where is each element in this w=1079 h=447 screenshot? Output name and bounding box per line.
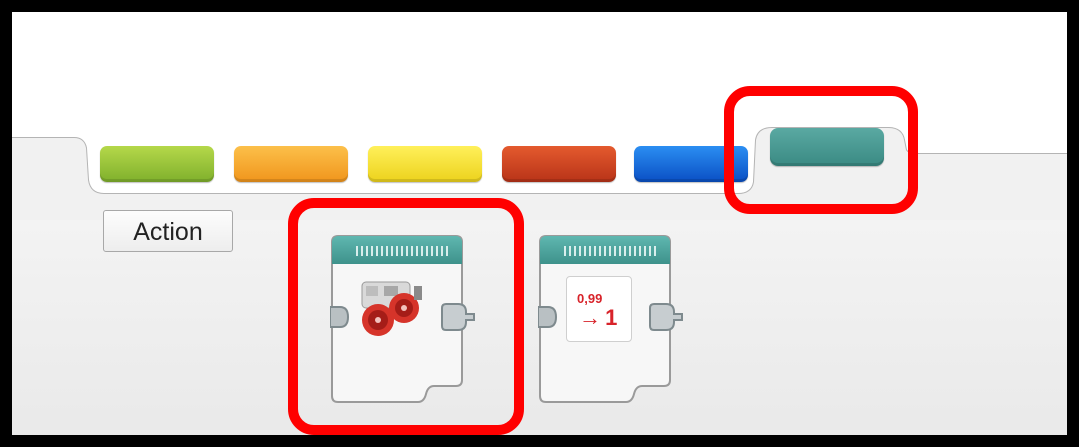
- programming-window: Action 0,99 → 1: [12, 12, 1067, 435]
- output-port-icon: [649, 303, 683, 331]
- input-port-icon: [330, 306, 350, 328]
- block-header: [332, 236, 462, 264]
- header-ticks: [356, 246, 450, 256]
- header-ticks: [564, 246, 658, 256]
- block-header: [540, 236, 670, 264]
- counter-small-value: 0,99: [577, 291, 603, 306]
- category-label-button[interactable]: Action: [103, 210, 233, 252]
- palette-tabstrip: [12, 120, 1067, 220]
- palette-tab-flow-control[interactable]: [234, 146, 348, 182]
- motor-wheels-icon: [356, 278, 422, 340]
- palette-tab-advanced[interactable]: [634, 146, 748, 182]
- counter-big-value: → 1: [579, 305, 617, 330]
- motor-block[interactable]: [330, 234, 475, 404]
- palette-tab-my-blocks[interactable]: [770, 128, 884, 166]
- output-port-icon: [441, 303, 475, 331]
- counter-icon: 0,99 → 1: [566, 276, 632, 342]
- palette-tab-sensor[interactable]: [368, 146, 482, 182]
- counter-block[interactable]: 0,99 → 1: [538, 234, 683, 404]
- palette-tab-data-operations[interactable]: [502, 146, 616, 182]
- input-port-icon: [538, 306, 558, 328]
- palette-tab-action[interactable]: [100, 146, 214, 182]
